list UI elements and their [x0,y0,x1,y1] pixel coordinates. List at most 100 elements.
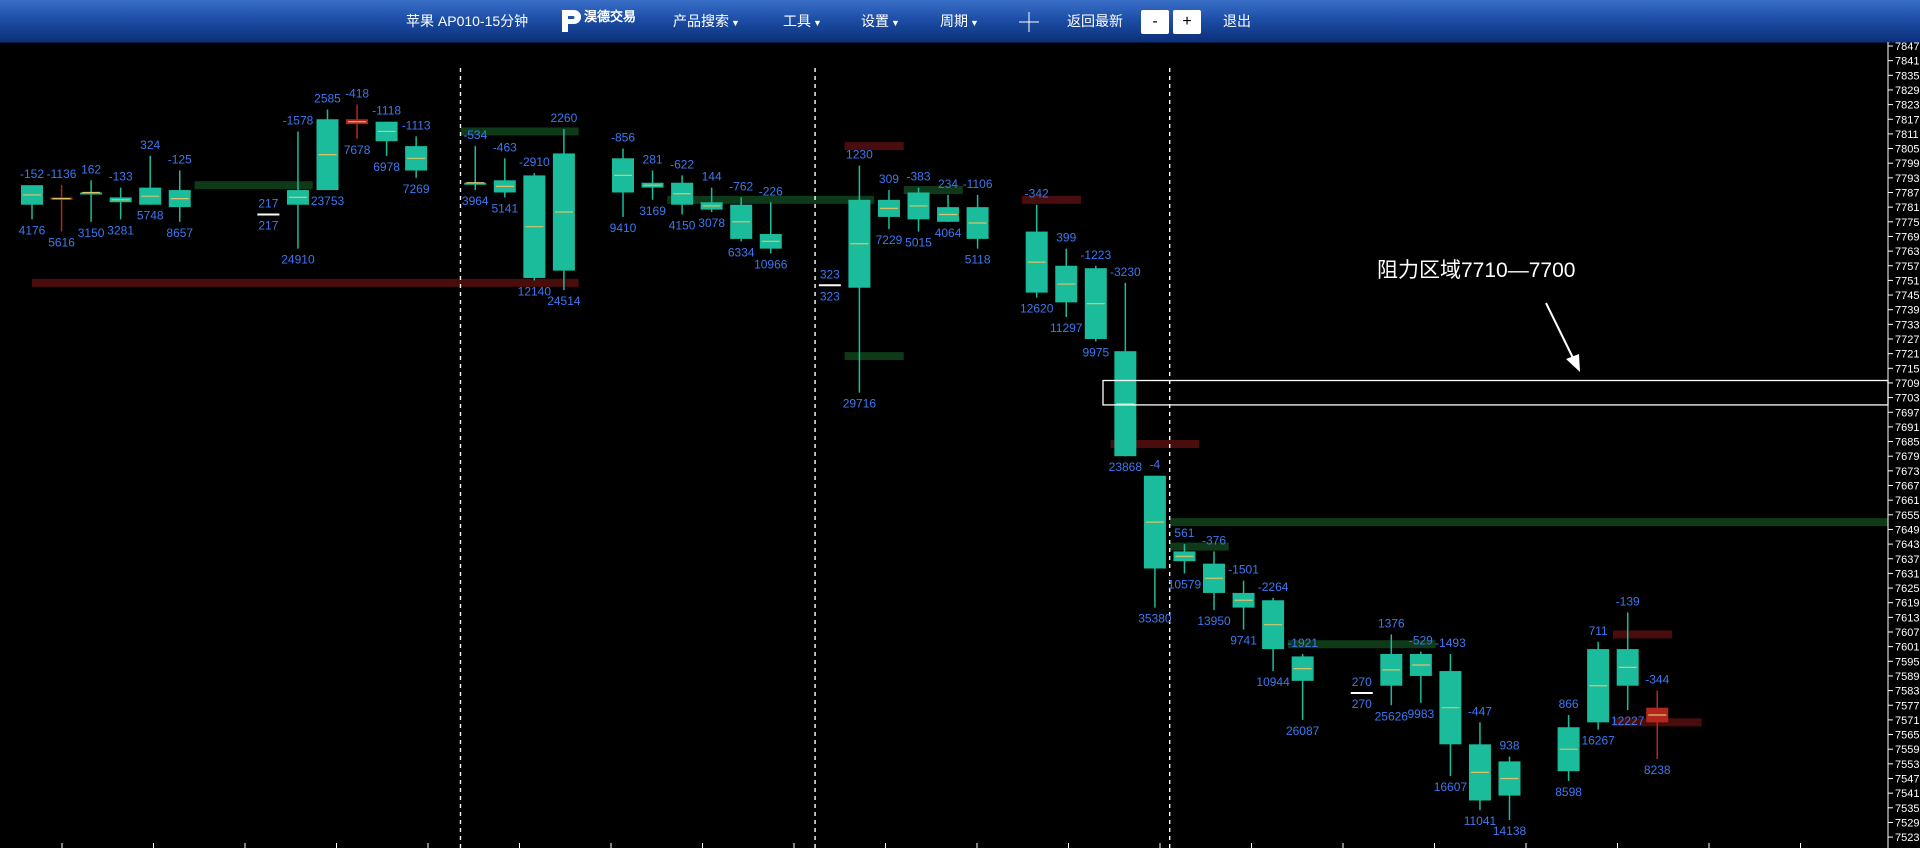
volume-label-bottom: 8238 [1644,763,1671,777]
volume-label-top: -1223 [1080,248,1111,262]
y-tick-label: 7769 [1895,231,1919,243]
resistance-zone-box [1102,379,1889,406]
y-tick-label: 7649 [1895,524,1919,536]
volume-label-bottom: 6978 [373,160,400,174]
y-tick-label: 7793 [1895,173,1919,185]
volume-label-bottom: 26087 [1286,724,1320,738]
y-tick-label: 7715 [1895,363,1919,375]
volume-label-top: 234 [938,177,958,191]
volume-label-top: 144 [702,170,722,184]
zone-band-red [1612,630,1673,639]
volume-label-top: -463 [493,140,517,154]
volume-label-bottom: 35380 [1138,612,1172,626]
volume-label-bottom: 14138 [1493,824,1527,838]
volume-label-bottom: 7269 [403,182,430,196]
y-tick-label: 7643 [1895,539,1919,551]
y-tick-label: 7781 [1895,202,1919,214]
volume-label-bottom: 13950 [1197,614,1231,628]
volume-label-top: 281 [643,153,663,167]
volume-label-top: -1493 [1435,636,1466,650]
y-tick-label: 7583 [1895,686,1919,698]
y-tick-label: 7775 [1895,217,1919,229]
volume-label-bottom: 270 [1352,697,1372,711]
annotation-arrow-head [1566,354,1580,372]
volume-label-bottom: 9983 [1407,707,1434,721]
volume-label-top: 1376 [1378,616,1405,630]
volume-label-top: -152 [20,167,44,181]
y-tick-label: 7763 [1895,246,1919,258]
volume-label-bottom: 4176 [19,223,46,237]
volume-label-top: -1106 [963,177,993,191]
volume-label-bottom: 9975 [1082,345,1109,359]
volume-label-top: 866 [1559,697,1579,711]
volume-label-top: -856 [611,131,635,145]
volume-label-bottom: 11041 [1464,814,1497,828]
y-tick-label: 7535 [1895,803,1919,815]
y-tick-label: 7607 [1895,627,1919,639]
volume-label-bottom: 3078 [698,216,725,230]
volume-label-bottom: 217 [258,218,278,232]
annotation-arrow-line [1545,302,1575,361]
volume-label-bottom: 12227 [1611,714,1645,728]
y-tick-label: 7745 [1895,290,1919,302]
y-tick-label: 7667 [1895,481,1919,493]
volume-label-top: 711 [1589,624,1608,638]
volume-label-top: -1921 [1287,636,1318,650]
resistance-zone-label: 阻力区域7710—7700 [1377,259,1575,282]
volume-label-bottom: 29716 [843,397,877,411]
volume-label-top: -226 [759,184,783,198]
volume-label-bottom: 11297 [1050,321,1083,335]
y-tick-label: 7847 [1895,41,1919,53]
volume-label-top: -622 [670,157,694,171]
volume-label-bottom: 7229 [876,233,903,247]
zone-band-red [32,278,579,287]
volume-label-bottom: 5748 [137,209,164,223]
y-tick-label: 7523 [1895,832,1919,844]
candlestick-chart[interactable]: -152 4176 -1136 5616 162 3150 -133 3281 324 5748 -… [0,0,1920,848]
zone-layer [32,127,1888,727]
volume-label-top: -344 [1645,673,1669,687]
volume-label-top: 938 [1499,739,1519,753]
volume-label-bottom: 3169 [639,204,666,218]
volume-label-top: 2585 [314,91,341,105]
volume-label-bottom: 5118 [965,253,991,267]
y-tick-label: 7631 [1895,568,1919,580]
volume-label-top: 217 [258,196,278,210]
volume-label-top: 561 [1174,526,1194,540]
y-tick-label: 7685 [1895,437,1919,449]
volume-label-top: -383 [906,170,930,184]
volume-label-top: -534 [463,128,487,142]
y-tick-label: 7559 [1895,744,1919,756]
y-tick-label: 7739 [1895,305,1919,317]
volume-label-top: 162 [81,162,101,176]
volume-label-top: 270 [1352,675,1372,689]
y-tick-label: 7613 [1895,612,1919,624]
y-tick-label: 7541 [1895,788,1919,800]
y-tick-label: 7679 [1895,451,1919,463]
y-tick-label: 7637 [1895,554,1919,566]
volume-label-bottom: 4150 [669,218,696,232]
volume-label-top: -2910 [519,155,550,169]
y-tick-label: 7805 [1895,144,1919,156]
volume-label-top: -1136 [47,167,77,181]
volume-label-top: -133 [109,170,133,184]
volume-label-bottom: 10966 [754,258,788,272]
y-tick-label: 7691 [1895,422,1919,434]
volume-label-bottom: 5616 [48,236,75,250]
y-tick-label: 7697 [1895,407,1919,419]
volume-label-bottom: 12620 [1020,301,1054,315]
volume-label-bottom: 7678 [344,143,371,157]
volume-label-top: -1118 [372,104,401,118]
y-tick-label: 7829 [1895,85,1919,97]
y-tick-label: 7751 [1895,275,1919,287]
zone-band-green [1169,518,1888,527]
volume-label-top: -2264 [1258,580,1289,594]
volume-label-top: -762 [729,179,753,193]
volume-label-bottom: 323 [820,289,840,303]
y-tick-label: 7835 [1895,70,1919,82]
y-tick-label: 7673 [1895,466,1919,478]
volume-label-top: -447 [1468,704,1492,718]
volume-label-top: -342 [1025,187,1049,201]
y-tick-label: 7709 [1895,378,1919,390]
volume-label-top: -139 [1616,594,1640,608]
